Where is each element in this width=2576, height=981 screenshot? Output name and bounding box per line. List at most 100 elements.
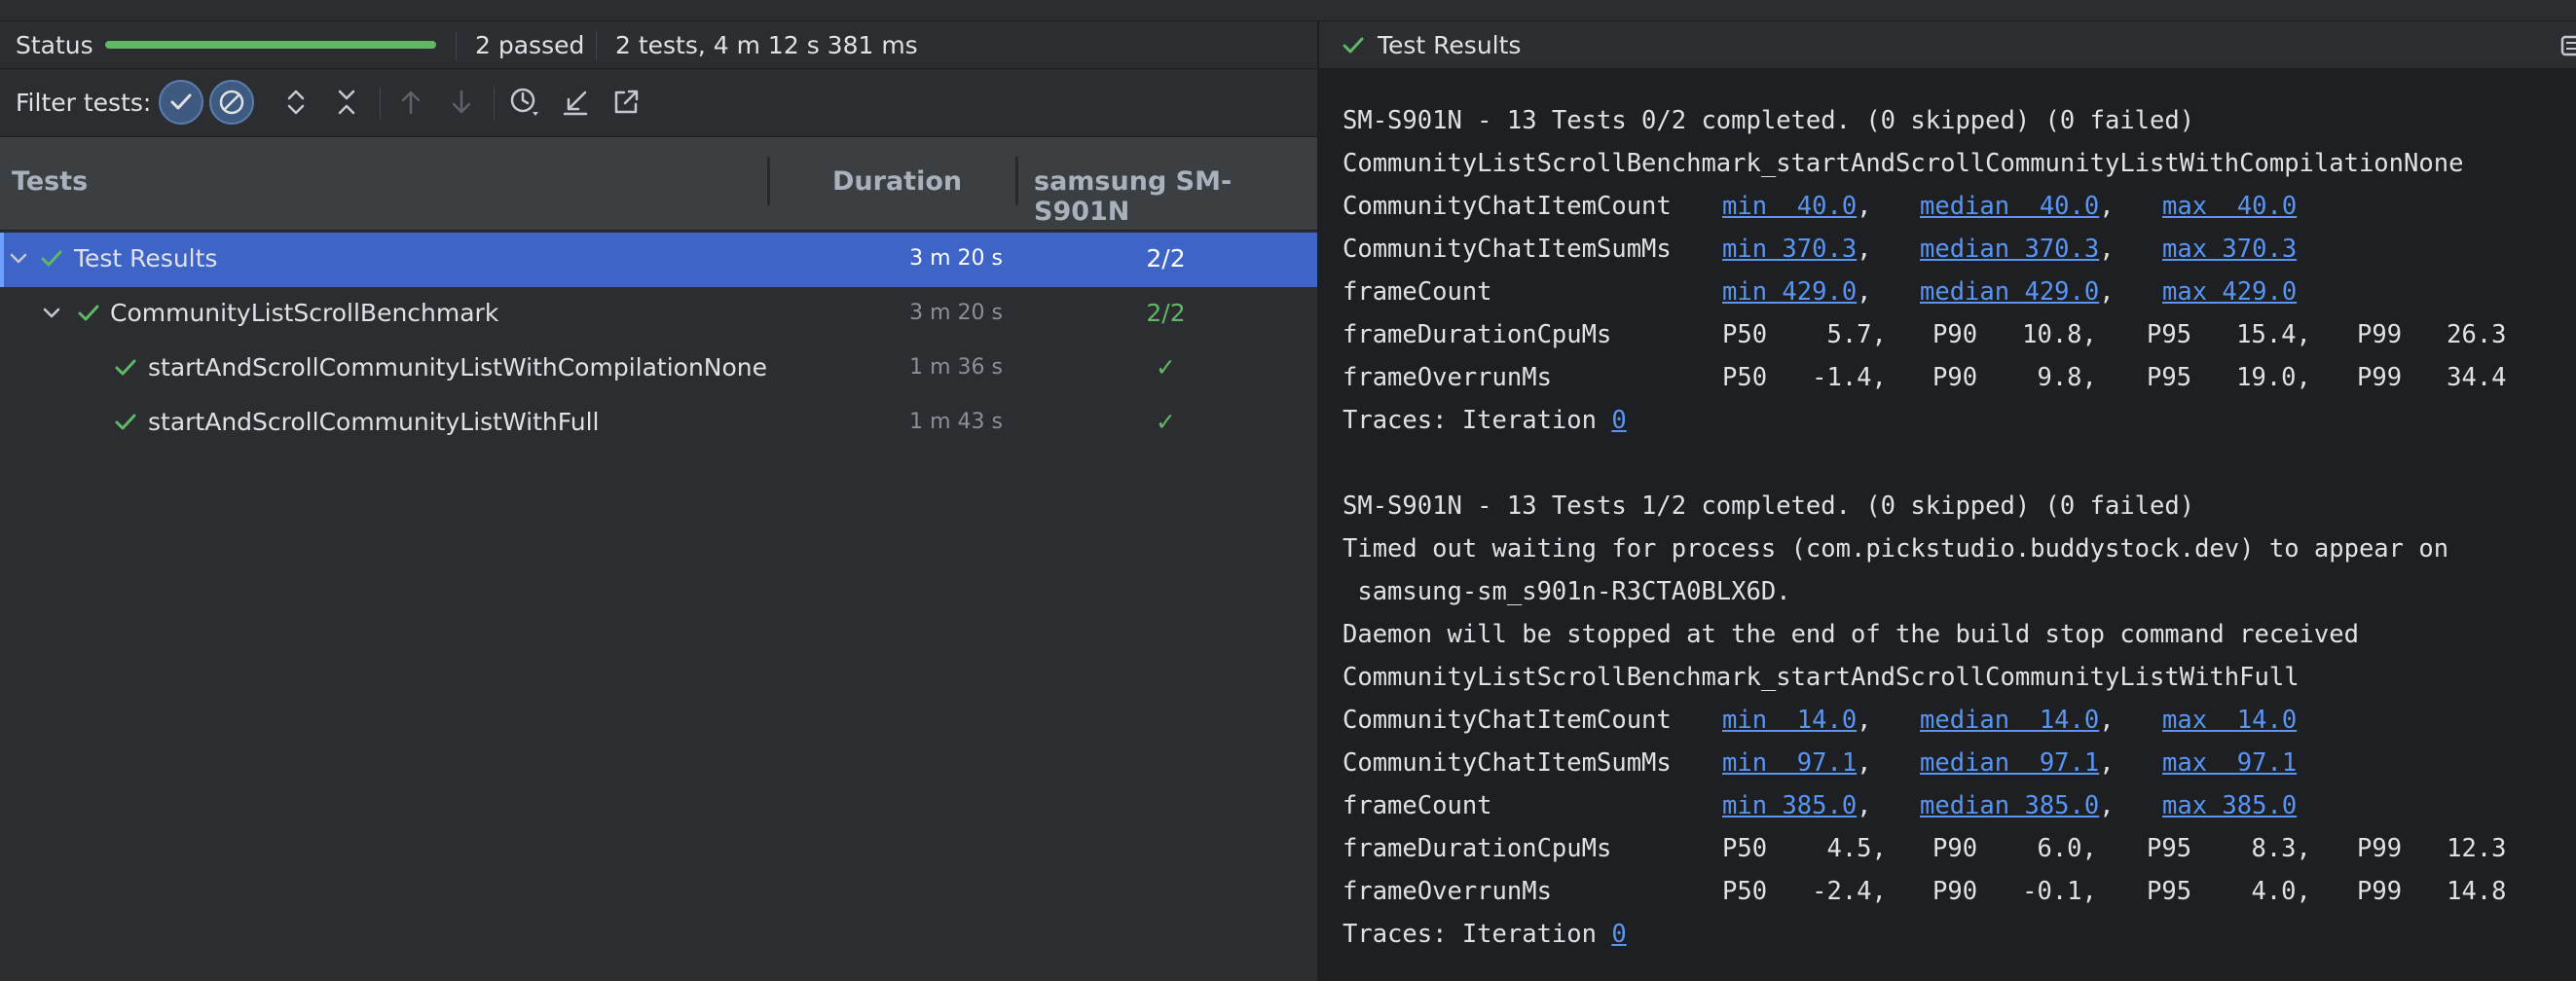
metric-min-link[interactable]: min 370.3 [1722,235,1857,264]
metric-p50: P50 4.5, [1722,834,1887,863]
tree-row-test-method[interactable]: startAndScrollCommunityListWithFull 1 m … [0,396,1317,451]
metric-median-link[interactable]: median 14.0 [1920,706,2099,735]
passed-check-icon [115,359,136,376]
tree-row-duration: 3 m 20 s [909,301,1003,325]
test-tree-panel: Status 2 passed 2 tests, 4 m 12 s 381 ms… [0,21,1317,981]
passed-check-icon [41,250,62,267]
status-summary: 2 tests, 4 m 12 s 381 ms [615,31,918,59]
metric-p95: P95 8.3, [2147,834,2311,863]
show-ignored-toggle[interactable] [209,80,254,125]
traces-label: Traces: Iteration [1343,406,1612,435]
tree-row-test-results[interactable]: Test Results 3 m 20 s 2/2 [0,233,1317,287]
metric-p90: P90 9.8, [1932,363,2097,392]
filter-label: Filter tests: [16,89,152,117]
status-separator [456,31,457,60]
metric-min-link[interactable]: min 14.0 [1722,706,1857,735]
expand-all-button[interactable] [274,80,318,125]
metric-p50: P50 -1.4, [1722,363,1887,392]
tree-row-benchmark-class[interactable]: CommunityListScrollBenchmark 3 m 20 s 2/… [0,287,1317,342]
metric-max-link[interactable]: max 429.0 [2162,277,2297,307]
metric-p95: P95 4.0, [2147,877,2311,906]
trace-iteration-link[interactable]: 0 [1611,920,1626,949]
status-passed-count: 2 passed [475,31,585,59]
import-tests-button[interactable] [553,80,598,125]
tree-row-result: 2/2 [1146,299,1186,327]
clock-icon [510,88,538,116]
metric-median-link[interactable]: median 429.0 [1920,277,2099,307]
tree-row-label: Test Results [74,244,218,272]
tree-row-duration: 3 m 20 s [909,246,1003,271]
import-icon [563,91,588,116]
status-separator [596,31,597,60]
metric-p50: P50 -2.4, [1722,877,1887,906]
tree-row-result: 2/2 [1146,244,1186,272]
chevron-down-icon[interactable] [41,301,62,326]
console-line: CommunityListScrollBenchmark_startAndScr… [1343,663,2300,692]
metric-median-link[interactable]: median 385.0 [1920,791,2099,820]
column-header-duration[interactable]: Duration [832,166,962,197]
tree-row-test-method[interactable]: startAndScrollCommunityListWithCompilati… [0,342,1317,396]
metric-min-link[interactable]: min 385.0 [1722,791,1857,820]
metric-max-link[interactable]: max 385.0 [2162,791,2297,820]
metric-label: CommunityChatItemCount [1343,192,1672,221]
console-panel: Test Results SM-S901N - 13 Tests 0/2 com… [1319,21,2576,981]
tree-row-label: startAndScrollCommunityListWithFull [148,408,600,436]
metric-p99: P99 26.3 [2357,320,2507,349]
metric-min-link[interactable]: min 97.1 [1722,748,1857,778]
passed-check-icon [78,305,99,321]
console-line: SM-S901N - 13 Tests 1/2 completed. (0 sk… [1343,491,2195,521]
console-title: Test Results [1378,31,1522,59]
next-failed-button[interactable] [439,80,484,125]
tree-row-result-check: ✓ [1156,408,1176,436]
tree-row-result-check: ✓ [1156,353,1176,382]
metric-max-link[interactable]: max 370.3 [2162,235,2297,264]
metric-p99: P99 34.4 [2357,363,2507,392]
show-passed-toggle[interactable] [159,80,203,125]
menu-icon[interactable] [2557,33,2576,58]
metric-label: frameDurationCpuMs [1343,834,1612,863]
metric-label: CommunityChatItemSumMs [1343,748,1672,778]
tree-row-label: startAndScrollCommunityListWithCompilati… [148,353,768,382]
console-line: CommunityListScrollBenchmark_startAndScr… [1343,149,2464,178]
progress-fill [105,41,436,49]
trace-iteration-link[interactable]: 0 [1611,406,1626,435]
metric-max-link[interactable]: max 14.0 [2162,706,2297,735]
tree-row-label: CommunityListScrollBenchmark [110,299,499,327]
table-header: Tests Duration samsung SM-S901N [0,137,1317,231]
column-resizer[interactable] [1015,157,1018,205]
metric-median-link[interactable]: median 370.3 [1920,235,2099,264]
console-line: Timed out waiting for process (com.picks… [1343,534,2449,563]
metric-min-link[interactable]: min 429.0 [1722,277,1857,307]
traces-label: Traces: Iteration [1343,920,1612,949]
selection-indicator [0,233,4,287]
status-label: Status [16,31,93,59]
metric-p90: P90 10.8, [1932,320,2097,349]
metric-p95: P95 15.4, [2147,320,2311,349]
previous-failed-button[interactable] [388,80,433,125]
column-header-device[interactable]: samsung SM-S901N [1034,166,1317,227]
chevron-down-icon[interactable] [8,246,29,272]
metric-min-link[interactable]: min 40.0 [1722,192,1857,221]
tree-row-duration: 1 m 43 s [909,410,1003,434]
window-top-strip [0,0,2576,21]
check-icon [170,93,192,110]
console-line: SM-S901N - 13 Tests 0/2 completed. (0 sk… [1343,106,2195,135]
metric-p99: P99 12.3 [2357,834,2507,863]
metric-median-link[interactable]: median 97.1 [1920,748,2099,778]
column-resizer[interactable] [767,157,770,205]
metric-p99: P99 14.8 [2357,877,2507,906]
metric-p95: P95 19.0, [2147,363,2311,392]
console-line: samsung-sm_s901n-R3CTA0BLX6D. [1343,577,1791,606]
metric-p90: P90 -0.1, [1932,877,2097,906]
metric-median-link[interactable]: median 40.0 [1920,192,2099,221]
ignored-icon [219,90,244,115]
export-tests-button[interactable] [604,80,648,125]
metric-label: frameCount [1343,277,1492,307]
collapse-all-button[interactable] [324,80,369,125]
column-header-tests[interactable]: Tests [12,166,88,197]
arrow-down-icon [452,90,471,114]
metric-max-link[interactable]: max 97.1 [2162,748,2297,778]
metric-max-link[interactable]: max 40.0 [2162,192,2297,221]
test-history-button[interactable] [502,80,547,125]
status-bar: Status 2 passed 2 tests, 4 m 12 s 381 ms [0,21,1317,69]
